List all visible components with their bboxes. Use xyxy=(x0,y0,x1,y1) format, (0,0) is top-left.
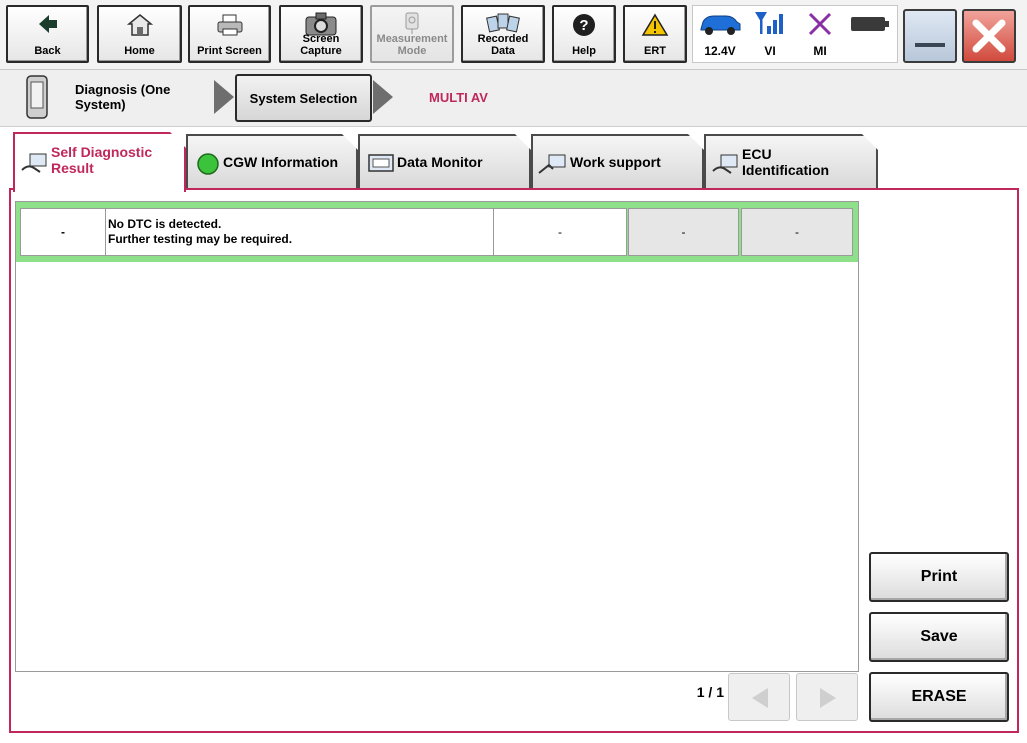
help-icon: ? xyxy=(573,14,595,36)
car-icon xyxy=(700,15,741,35)
ecu-icon xyxy=(711,153,741,177)
close-icon xyxy=(972,19,1006,53)
warning-icon xyxy=(641,13,669,36)
system-selection-button[interactable]: System Selection xyxy=(235,74,372,122)
erase-button[interactable]: ERASE xyxy=(869,672,1009,722)
minimize-icon xyxy=(915,43,945,47)
tab-ecu-label-2: Identification xyxy=(742,162,830,178)
recorded-data-button[interactable]: Recorded Data xyxy=(461,5,545,63)
breadcrumb-arrow-icon xyxy=(214,80,234,114)
dtc-message-line-2: Further testing may be required. xyxy=(108,232,293,246)
chevron-right-icon xyxy=(820,688,836,708)
home-icon xyxy=(126,14,153,36)
print-screen-label: Print Screen xyxy=(197,45,262,57)
breadcrumb-diagnosis[interactable]: Diagnosis (One System) xyxy=(75,82,170,112)
screen-capture-label-2: Capture xyxy=(300,45,342,57)
dtc-status-cell: - xyxy=(493,208,627,256)
help-button[interactable]: ? Help xyxy=(552,5,616,63)
work-support-icon xyxy=(537,153,569,177)
measurement-mode-label-2: Mode xyxy=(397,45,427,57)
tab-work-support[interactable]: Work support xyxy=(531,134,704,188)
mi-label: MI xyxy=(813,44,827,58)
tab-self-diagnostic-result[interactable]: Self Diagnostic Result xyxy=(13,132,186,192)
print-button[interactable]: Print xyxy=(869,552,1009,602)
tab-data-monitor[interactable]: Data Monitor xyxy=(358,134,531,188)
back-button[interactable]: Back xyxy=(6,5,89,63)
recorded-data-label-2: Data xyxy=(491,45,515,57)
status-panel: 12.4V VI MI xyxy=(692,5,898,63)
dtc-freeze-frame-button[interactable]: - xyxy=(628,208,739,256)
dtc-message-line-1: No DTC is detected. xyxy=(108,217,222,231)
vi-status: VI xyxy=(745,6,795,64)
home-button[interactable]: Home xyxy=(97,5,182,63)
minimize-button[interactable] xyxy=(903,9,957,63)
next-page-button[interactable] xyxy=(796,673,858,721)
current-system-label: MULTI AV xyxy=(429,90,488,105)
ert-label: ERT xyxy=(644,45,666,57)
voltage-label: 12.4V xyxy=(704,44,736,58)
measurement-mode-button[interactable]: Measurement Mode xyxy=(370,5,454,63)
breadcrumb-diagnosis-line-1: Diagnosis (One xyxy=(75,82,171,97)
svg-text:?: ? xyxy=(579,17,588,34)
chevron-left-icon xyxy=(752,688,768,708)
signal-icon xyxy=(755,12,783,34)
breadcrumb-arrow-icon xyxy=(373,80,393,114)
vi-label: VI xyxy=(764,44,776,58)
battery-icon xyxy=(851,17,889,31)
table-row[interactable]: - No DTC is detected. Further testing ma… xyxy=(16,202,858,262)
page-indicator: 1 / 1 xyxy=(696,684,724,700)
toolbar: Back Home Print Screen Screen Capture Me… xyxy=(0,0,1027,70)
breadcrumb-diagnosis-line-2: System) xyxy=(75,97,126,112)
home-label: Home xyxy=(124,45,155,57)
mi-cross-icon xyxy=(808,12,832,36)
battery-status xyxy=(845,6,895,64)
dtc-detail-button[interactable]: - xyxy=(741,208,853,256)
previous-page-button[interactable] xyxy=(728,673,790,721)
ert-button[interactable]: ERT xyxy=(623,5,687,63)
diagnostic-icon xyxy=(20,152,50,176)
screen-capture-button[interactable]: Screen Capture xyxy=(279,5,363,63)
green-status-icon xyxy=(196,152,220,176)
tab-ecu-identification[interactable]: ECU Identification xyxy=(704,134,878,188)
camera-icon xyxy=(305,12,337,36)
dtc-list: - No DTC is detected. Further testing ma… xyxy=(15,201,859,672)
tab-self-diagnostic-label-1: Self Diagnostic xyxy=(51,144,153,160)
back-label: Back xyxy=(34,45,61,57)
measurement-icon xyxy=(405,12,419,34)
dtc-code-cell: - xyxy=(20,208,106,256)
tab-self-diagnostic-label: Self Diagnostic Result xyxy=(51,144,152,176)
recorded-data-icon xyxy=(486,13,520,33)
footer-strip xyxy=(0,735,1027,743)
back-arrow-icon xyxy=(38,15,57,33)
tab-ecu-label-1: ECU xyxy=(742,146,772,162)
tab-self-diagnostic-label-2: Result xyxy=(51,160,94,176)
tab-data-monitor-label: Data Monitor xyxy=(397,154,483,170)
tab-cgw-information[interactable]: CGW Information xyxy=(186,134,358,188)
vehicle-status: 12.4V xyxy=(695,6,745,64)
tab-ecu-label: ECU Identification xyxy=(742,146,829,178)
close-button[interactable] xyxy=(962,9,1016,63)
monitor-icon xyxy=(367,153,395,175)
dtc-message-cell: No DTC is detected. Further testing may … xyxy=(105,208,494,256)
mi-status: MI xyxy=(795,6,845,64)
save-button[interactable]: Save xyxy=(869,612,1009,662)
tab-work-support-label: Work support xyxy=(570,154,661,170)
print-screen-button[interactable]: Print Screen xyxy=(188,5,271,63)
breadcrumb: Diagnosis (One System) MULTI AV xyxy=(0,70,1027,127)
device-icon xyxy=(26,75,48,119)
help-label: Help xyxy=(572,45,596,57)
printer-icon xyxy=(217,14,242,36)
tab-cgw-label: CGW Information xyxy=(223,154,339,170)
